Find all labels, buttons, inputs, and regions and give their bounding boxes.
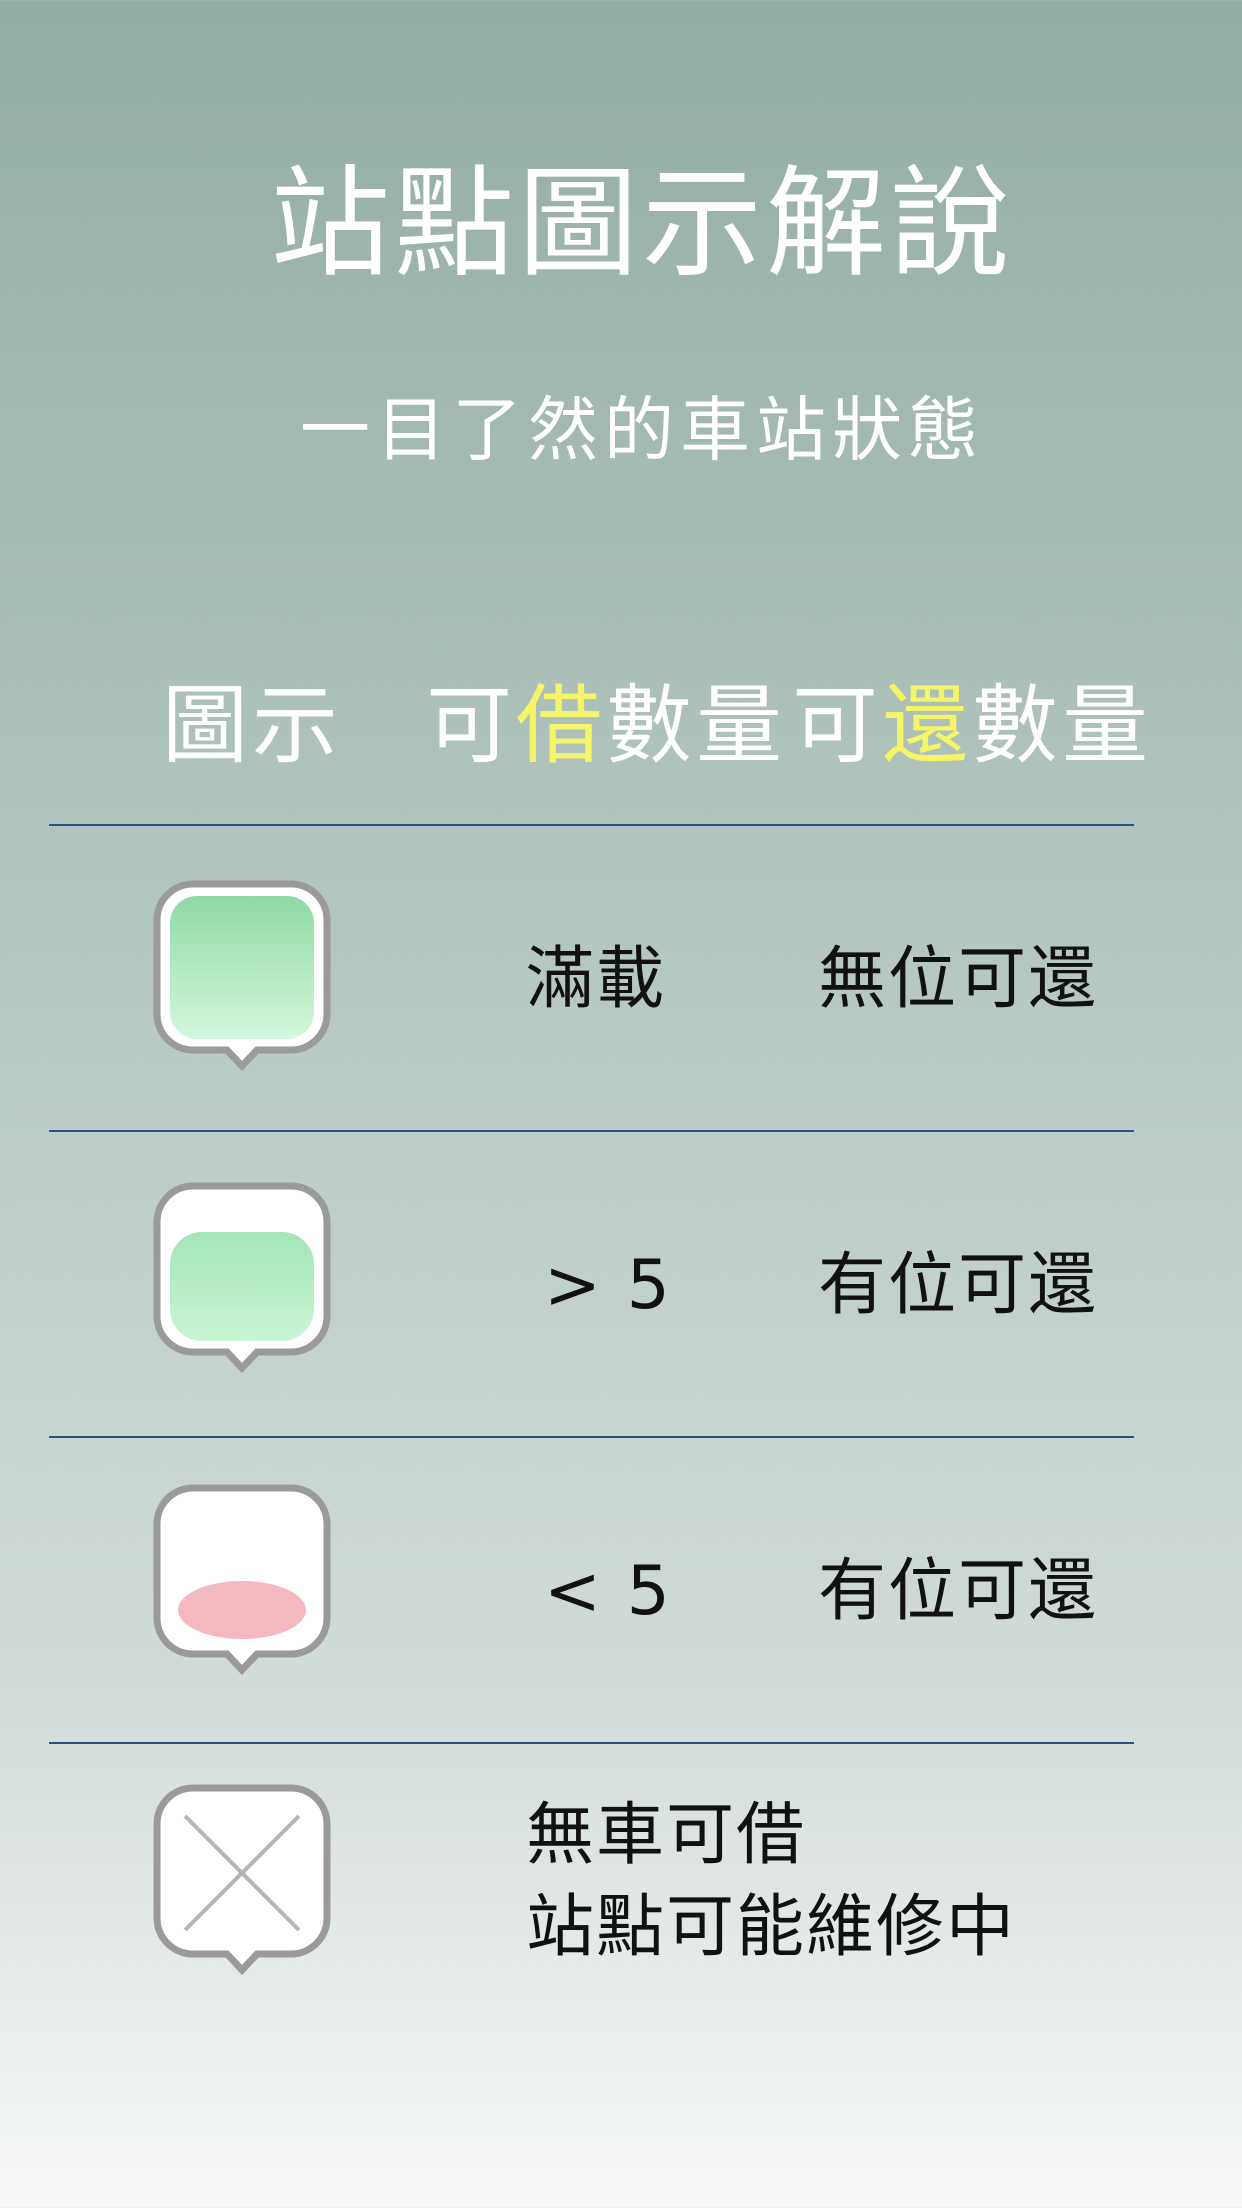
borrow-highlight: 借 [516, 676, 606, 776]
status-line-1: 無車可借 [526, 1796, 807, 1875]
divider [49, 1742, 1134, 1744]
less-than-five-icon [153, 1484, 331, 1676]
return-suffix: 數量 [972, 676, 1152, 776]
return-highlight: 還 [882, 676, 972, 776]
borrow-count: 滿載 [526, 940, 667, 1019]
return-prefix: 可 [792, 676, 882, 776]
full-station-icon [153, 880, 331, 1072]
divider [49, 1436, 1134, 1438]
page-title: 站點圖示解說 [270, 155, 1014, 294]
return-status: 有位可還 [818, 1552, 1099, 1631]
borrow-prefix: 可 [426, 676, 516, 776]
divider [49, 1130, 1134, 1132]
page-subtitle: 一目了然的車站狀態 [300, 389, 984, 471]
status-line-2: 站點可能維修中 [526, 1888, 1017, 1967]
return-status: 有位可還 [818, 1246, 1099, 1325]
column-header-icon: 圖示 [162, 676, 342, 776]
borrow-count: < 5 [544, 1552, 672, 1631]
borrow-suffix: 數量 [606, 676, 786, 776]
borrow-count: > 5 [544, 1246, 672, 1325]
divider [49, 824, 1134, 826]
more-than-five-icon [153, 1182, 331, 1374]
column-header-return: 可還數量 [792, 676, 1152, 776]
column-header-borrow: 可借數量 [426, 676, 786, 776]
unavailable-station-icon [153, 1784, 331, 1976]
return-status: 無位可還 [818, 940, 1099, 1019]
